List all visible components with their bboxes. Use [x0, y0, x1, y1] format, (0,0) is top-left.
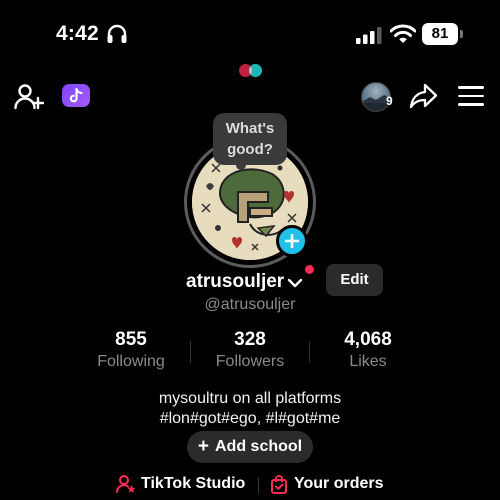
add-user-icon[interactable] [14, 82, 44, 112]
notification-dot [305, 265, 314, 274]
story-count-badge: 9 [386, 94, 393, 108]
note-bubble-tail [236, 160, 246, 170]
studio-icon [116, 475, 136, 493]
menu-line [458, 86, 484, 89]
tiktok-studio-label: TikTok Studio [141, 475, 246, 492]
tiktok-logo-icon [69, 87, 83, 102]
note-line-2: good? [227, 141, 273, 158]
stat-label: Following [97, 353, 165, 370]
plus-icon [285, 234, 299, 248]
note-bubble[interactable]: What's good? [213, 113, 287, 165]
bio-line-1: mysoultru on all platforms [158, 390, 342, 407]
add-story-button[interactable] [276, 225, 308, 257]
battery-tip [460, 30, 463, 38]
stat-label: Likes [349, 353, 387, 370]
status-bar: 4:42 81 [0, 0, 500, 70]
username: atrusouljer [186, 271, 285, 292]
your-orders-link[interactable]: Your orders [269, 473, 384, 495]
menu-line [458, 103, 484, 106]
link-divider [258, 477, 259, 493]
stat-label: Followers [215, 353, 285, 370]
your-orders-label: Your orders [294, 475, 384, 492]
bio-line-2[interactable]: #lon#got#ego, #l#got#me [0, 409, 500, 429]
stat-divider [309, 341, 310, 363]
share-icon[interactable] [409, 82, 439, 110]
headphones-icon [107, 24, 127, 43]
cellular-signal-icon [356, 27, 382, 44]
loading-indicator [239, 64, 265, 78]
add-school-button[interactable]: + Add school [187, 431, 313, 463]
stat-followers[interactable]: 328 Followers [195, 329, 305, 372]
edit-profile-button[interactable]: Edit [326, 264, 383, 296]
stat-following[interactable]: 855 Following [76, 329, 186, 372]
shopping-bag-icon [271, 475, 287, 494]
stat-value: 855 [115, 329, 147, 350]
battery-indicator: 81 [422, 23, 464, 45]
clock: 4:42 [56, 22, 99, 45]
stat-likes[interactable]: 4,068 Likes [313, 329, 423, 372]
add-school-label: Add school [215, 438, 303, 455]
username-switcher[interactable]: atrusouljer [186, 270, 303, 294]
stat-value: 4,068 [344, 329, 392, 350]
note-line-1: What's [225, 120, 275, 137]
wifi-icon [390, 24, 416, 43]
tiktok-studio-link[interactable]: TikTok Studio [116, 473, 245, 495]
chevron-down-icon [288, 278, 303, 288]
stat-value: 328 [234, 329, 266, 350]
battery-level: 81 [422, 23, 458, 45]
loading-dot-teal [249, 64, 262, 77]
tiktok-logo-button[interactable] [62, 84, 90, 107]
plus-icon: + [197, 435, 209, 457]
user-handle: @atrusouljer [204, 296, 296, 313]
stat-divider [190, 341, 191, 363]
menu-icon[interactable] [458, 86, 484, 106]
menu-line [458, 94, 484, 98]
